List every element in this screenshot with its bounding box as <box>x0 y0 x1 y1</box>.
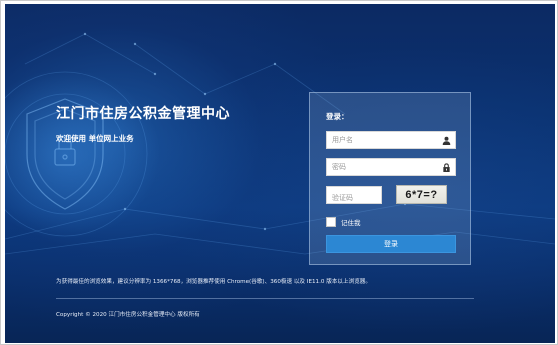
remember-label: 记住我 <box>341 218 361 227</box>
login-button[interactable]: 登录 <box>326 235 456 253</box>
captcha-input[interactable] <box>327 190 381 206</box>
footer-divider <box>56 298 474 299</box>
welcome-subtitle: 欢迎使用 单位网上业务 <box>56 134 134 143</box>
captcha-field[interactable] <box>326 186 382 206</box>
remember-me[interactable]: 记住我 <box>326 213 361 227</box>
background-decoration <box>5 32 555 255</box>
login-panel: 登录： 6*7=? 记住我 <box>309 92 471 265</box>
brand-block: 江门市住房公积金管理中心 欢迎使用 单位网上业务 <box>56 103 230 144</box>
password-input[interactable] <box>327 159 437 175</box>
remember-checkbox[interactable] <box>326 216 336 227</box>
page-title: 江门市住房公积金管理中心 <box>56 106 230 122</box>
username-field[interactable] <box>326 131 456 149</box>
login-title: 登录： <box>326 112 349 121</box>
browser-recommendation: 为获得最佳的浏览效果，建议分辨率为 1366*768，浏览器推荐使用 Chrom… <box>56 279 371 285</box>
copyright-text: Copyright © 2020 江门市住房公积金管理中心 版权所有 <box>56 312 200 318</box>
captcha-image[interactable]: 6*7=? <box>396 185 447 204</box>
lock-icon <box>443 163 450 172</box>
screenshot-frame: 江门市住房公积金管理中心 欢迎使用 单位网上业务 登录： 用户名 验证码 6*7… <box>0 0 558 345</box>
login-page: 江门市住房公积金管理中心 欢迎使用 单位网上业务 登录： 用户名 验证码 6*7… <box>5 4 555 343</box>
user-icon <box>442 136 451 145</box>
username-input[interactable] <box>327 132 437 148</box>
password-field[interactable] <box>326 158 456 176</box>
